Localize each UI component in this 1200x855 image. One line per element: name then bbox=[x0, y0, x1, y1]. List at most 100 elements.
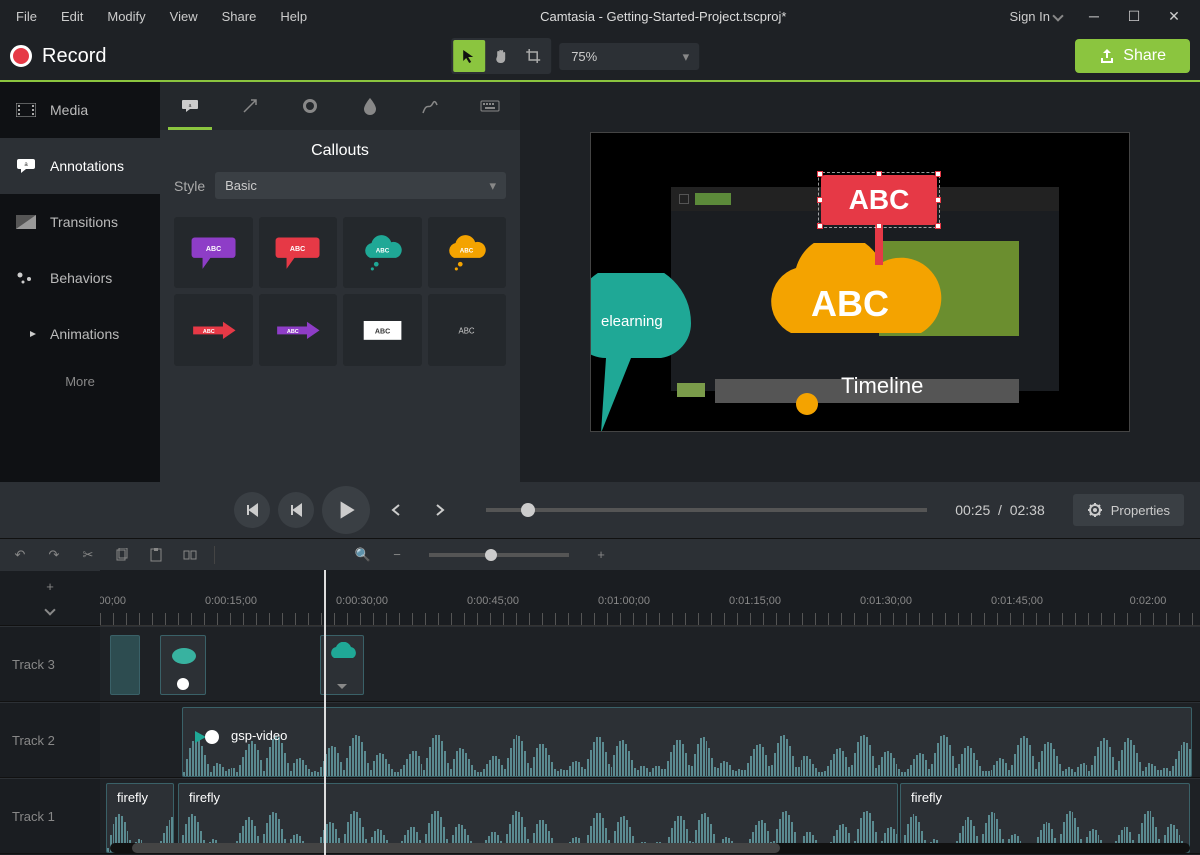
canvas-tool-group bbox=[451, 38, 551, 74]
clip-label: firefly bbox=[107, 790, 148, 805]
select-tool[interactable] bbox=[453, 40, 485, 72]
track-header-1[interactable]: Track 1 bbox=[0, 778, 100, 854]
current-time: 00:25 bbox=[955, 502, 990, 518]
sign-text: ABC bbox=[849, 184, 910, 216]
properties-label: Properties bbox=[1111, 503, 1170, 518]
copy-button[interactable] bbox=[112, 545, 132, 565]
track-header-3[interactable]: Track 3 bbox=[0, 626, 100, 702]
zoom-out-button[interactable]: − bbox=[387, 545, 407, 565]
sidebar-item-label: Media bbox=[50, 102, 88, 118]
window-minimize-button[interactable]: ─ bbox=[1074, 0, 1114, 32]
menu-edit[interactable]: Edit bbox=[51, 5, 93, 28]
add-track-button[interactable]: + bbox=[40, 576, 60, 596]
track-lane-2[interactable]: gsp-video bbox=[100, 702, 1200, 778]
sidebar-item-behaviors[interactable]: Behaviors bbox=[0, 250, 160, 306]
track-header-2[interactable]: Track 2 bbox=[0, 702, 100, 778]
annotation-tab-shapes[interactable] bbox=[280, 82, 340, 130]
sign-in-button[interactable]: Sign In bbox=[1010, 9, 1062, 24]
sidebar-item-label: Annotations bbox=[50, 158, 124, 174]
canvas-timeline-text: Timeline bbox=[841, 373, 923, 399]
pan-tool[interactable] bbox=[485, 40, 517, 72]
annotation-tab-blur[interactable] bbox=[340, 82, 400, 130]
window-close-button[interactable]: ✕ bbox=[1154, 0, 1194, 32]
undo-button[interactable]: ↶ bbox=[10, 545, 30, 565]
style-label: Style bbox=[174, 178, 205, 194]
paste-button[interactable] bbox=[146, 545, 166, 565]
sidebar-item-animations[interactable]: Animations bbox=[0, 306, 160, 362]
timeline-ruler[interactable]: 0:00:00;000:00:15;000:00:30;000:00:45;00… bbox=[100, 570, 1200, 626]
cut-button[interactable]: ✂ bbox=[78, 545, 98, 565]
clip-gsp-video[interactable]: gsp-video bbox=[182, 707, 1192, 777]
share-button[interactable]: Share bbox=[1075, 39, 1190, 73]
track-lane-3[interactable] bbox=[100, 626, 1200, 702]
prev-marker-button[interactable] bbox=[378, 492, 414, 528]
crop-tool[interactable] bbox=[517, 40, 549, 72]
callout-thumbnail[interactable]: ABC bbox=[428, 217, 507, 288]
callout-thumbnail[interactable]: ABC bbox=[259, 294, 338, 365]
next-marker-button[interactable] bbox=[422, 492, 458, 528]
menu-view[interactable]: View bbox=[160, 5, 208, 28]
annotation-tab-keystroke[interactable] bbox=[460, 82, 520, 130]
menu-file[interactable]: File bbox=[6, 5, 47, 28]
zoom-slider-handle[interactable] bbox=[485, 549, 497, 561]
canvas-red-sign[interactable]: ABC bbox=[821, 175, 937, 265]
timeline-zoom-slider[interactable] bbox=[429, 553, 569, 557]
animations-icon bbox=[16, 326, 36, 342]
annotations-panel: a Callouts Style Basic ABCABCABCABCABCAB… bbox=[160, 82, 520, 482]
clip[interactable] bbox=[110, 635, 140, 695]
callout-thumbnail[interactable]: ABC bbox=[174, 217, 253, 288]
next-frame-button[interactable] bbox=[278, 492, 314, 528]
clip-label: firefly bbox=[901, 790, 942, 805]
playback-controls: 00:25 / 02:38 Properties bbox=[0, 482, 1200, 538]
window-title: Camtasia - Getting-Started-Project.tscpr… bbox=[317, 9, 1009, 24]
clip[interactable] bbox=[160, 635, 206, 695]
canvas-preview[interactable]: elearning ABC ABC bbox=[590, 132, 1130, 432]
scrubber-handle[interactable] bbox=[521, 503, 535, 517]
svg-text:ABC: ABC bbox=[460, 248, 474, 255]
sidebar-item-transitions[interactable]: Transitions bbox=[0, 194, 160, 250]
callout-thumbnail[interactable]: ABC bbox=[428, 294, 507, 365]
annotation-tab-callouts[interactable]: a bbox=[160, 82, 220, 130]
timeline-body[interactable]: 0:00:00;000:00:15;000:00:30;000:00:45;00… bbox=[100, 570, 1200, 855]
canvas-zoom-select[interactable]: 75% bbox=[559, 43, 699, 70]
record-button[interactable]: Record bbox=[10, 45, 106, 68]
window-maximize-button[interactable]: ☐ bbox=[1114, 0, 1154, 32]
cloud-text: ABC bbox=[811, 283, 889, 325]
redo-button[interactable]: ↷ bbox=[44, 545, 64, 565]
annotation-tab-sketch[interactable] bbox=[400, 82, 460, 130]
record-label: Record bbox=[42, 45, 106, 68]
annotation-tab-arrows[interactable] bbox=[220, 82, 280, 130]
ruler-tick: 0:00:45;00 bbox=[493, 570, 545, 625]
svg-text:ABC: ABC bbox=[375, 328, 390, 335]
svg-text:ABC: ABC bbox=[203, 328, 215, 334]
sign-in-label: Sign In bbox=[1010, 9, 1050, 24]
playback-scrubber[interactable] bbox=[486, 508, 927, 512]
sidebar-item-label: Behaviors bbox=[50, 270, 112, 286]
menu-help[interactable]: Help bbox=[270, 5, 317, 28]
timeline-scrollbar[interactable] bbox=[110, 843, 1190, 853]
titlebar: File Edit Modify View Share Help Camtasi… bbox=[0, 0, 1200, 32]
split-button[interactable] bbox=[180, 545, 200, 565]
shape-icon bbox=[301, 97, 319, 115]
clip[interactable] bbox=[320, 635, 364, 695]
left-sidebar: Media a Annotations Transitions Behavior… bbox=[0, 82, 160, 482]
style-select[interactable]: Basic bbox=[215, 172, 506, 199]
menu-share[interactable]: Share bbox=[212, 5, 267, 28]
collapse-tracks-button[interactable] bbox=[40, 600, 60, 620]
sidebar-item-label: Animations bbox=[50, 326, 119, 342]
prev-frame-button[interactable] bbox=[234, 492, 270, 528]
callout-thumbnail[interactable]: ABC bbox=[174, 294, 253, 365]
properties-button[interactable]: Properties bbox=[1073, 494, 1184, 526]
zoom-in-button[interactable]: + bbox=[591, 545, 611, 565]
sidebar-item-annotations[interactable]: a Annotations bbox=[0, 138, 160, 194]
play-button[interactable] bbox=[322, 486, 370, 534]
behaviors-icon bbox=[16, 270, 36, 286]
ruler-tick: 0:00:15;00 bbox=[231, 570, 283, 625]
callout-thumbnail[interactable]: ABC bbox=[343, 294, 422, 365]
callout-thumbnail[interactable]: ABC bbox=[259, 217, 338, 288]
callout-thumbnail[interactable]: ABC bbox=[343, 217, 422, 288]
sidebar-item-media[interactable]: Media bbox=[0, 82, 160, 138]
playhead[interactable]: 0:00:25;21 bbox=[324, 570, 326, 855]
menu-modify[interactable]: Modify bbox=[97, 5, 155, 28]
sidebar-more[interactable]: More bbox=[0, 362, 160, 401]
